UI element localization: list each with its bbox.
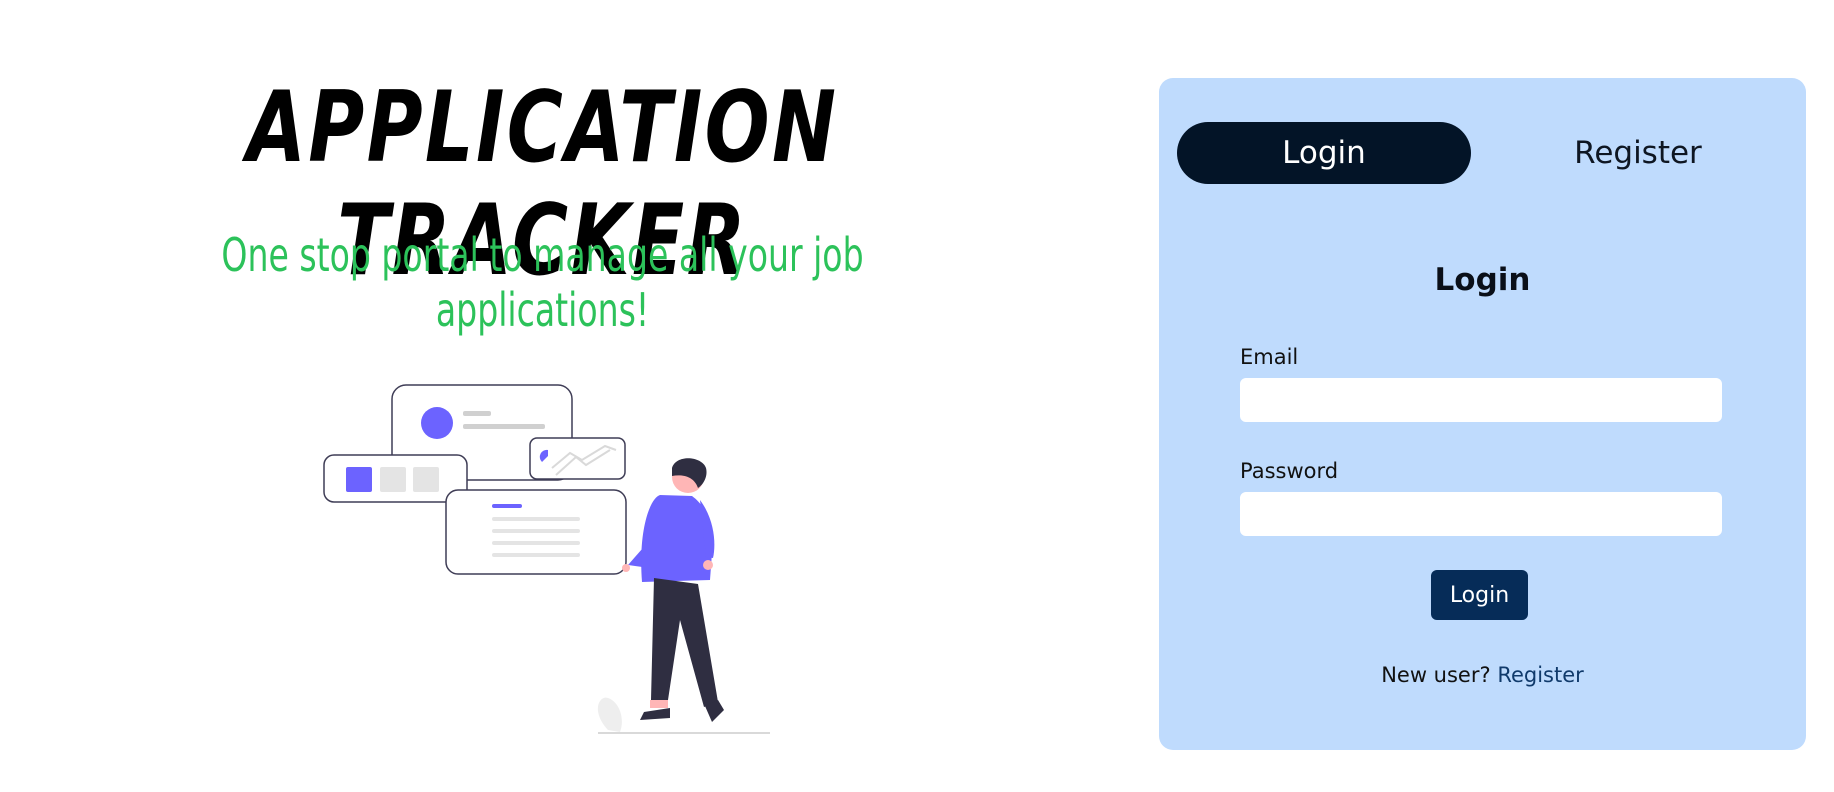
auth-panel: Login Register Login Email Password Logi… — [1159, 78, 1806, 750]
email-label: Email — [1240, 345, 1299, 369]
register-prompt: New user? Register — [1159, 663, 1806, 687]
register-link[interactable]: Register — [1497, 663, 1583, 687]
password-label: Password — [1240, 459, 1339, 483]
plant-shape — [597, 697, 622, 732]
person-figure — [622, 458, 724, 722]
tab-register[interactable]: Register — [1491, 122, 1785, 184]
register-prompt-text: New user? — [1381, 663, 1491, 687]
form-title: Login — [1434, 262, 1531, 298]
login-button[interactable]: Login — [1431, 570, 1528, 620]
app-tagline: One stop portal to manage all your job a… — [221, 228, 864, 338]
password-field[interactable] — [1240, 492, 1722, 536]
email-field[interactable] — [1240, 378, 1722, 422]
job-tracking-illustration — [323, 384, 770, 734]
avatar-circle-shape — [421, 407, 453, 439]
tab-login[interactable]: Login — [1177, 122, 1471, 184]
auth-tab-bar: Login Register — [1177, 122, 1787, 184]
